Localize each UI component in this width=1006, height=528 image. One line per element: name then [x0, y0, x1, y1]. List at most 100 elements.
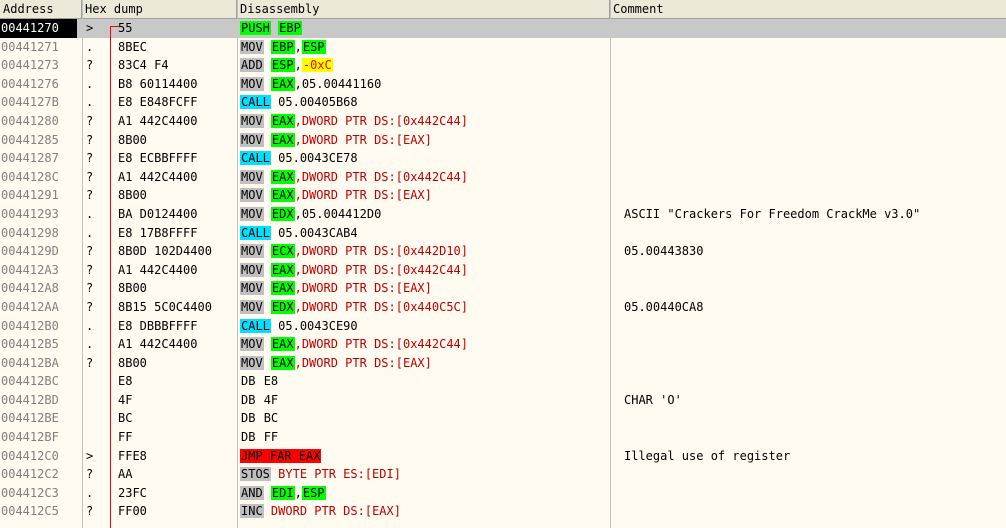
hex-dump-cell[interactable]: B8 60114400 [118, 75, 238, 94]
comment-cell[interactable] [624, 93, 1006, 112]
comment-cell[interactable] [624, 372, 1006, 391]
comment-cell[interactable] [624, 38, 1006, 57]
instruction-row[interactable]: 00441271. 8BEC MOV EBP,ESP [0, 38, 1006, 57]
address-cell[interactable]: 004412C2 [0, 465, 77, 484]
disassembly-cell[interactable]: JMP FAR EAX [240, 447, 608, 466]
comment-cell[interactable] [624, 19, 1006, 38]
disassembly-cell[interactable]: PUSH EBP [240, 19, 608, 38]
address-cell[interactable]: 004412B5 [0, 335, 77, 354]
address-cell[interactable]: 00441271 [0, 38, 77, 57]
disassembly-cell[interactable]: INC DWORD PTR DS:[EAX] [240, 502, 608, 521]
comment-cell[interactable]: CHAR 'O' [624, 391, 1006, 410]
disassembly-cell[interactable]: MOV ECX,DWORD PTR DS:[0x442D10] [240, 242, 608, 261]
instruction-row[interactable]: 0044129D? 8B0D 102D4400 MOV ECX,DWORD PTR … [0, 242, 1006, 261]
instruction-row[interactable]: 004412B0. E8 DBBBFFFF CALL 05.0043CE90 [0, 317, 1006, 336]
comment-cell[interactable]: Illegal use of register [624, 447, 1006, 466]
comment-cell[interactable] [624, 428, 1006, 447]
disassembly-view[interactable]: Address Hex dump Disassembly Comment 004… [0, 0, 1006, 528]
disassembly-cell[interactable]: DB E8 [240, 372, 608, 391]
disassembly-cell[interactable]: MOV EAX,DWORD PTR DS:[0x442C44] [240, 112, 608, 131]
instruction-row[interactable]: 004412AA? 8B15 5C0C4400 MOV EDX,DWORD PTR … [0, 298, 1006, 317]
hex-dump-cell[interactable]: FF [118, 428, 238, 447]
comment-cell[interactable] [624, 465, 1006, 484]
comment-cell[interactable] [624, 149, 1006, 168]
address-cell[interactable]: 00441285 [0, 131, 77, 150]
instruction-row[interactable]: 0044127B. E8 E848FCFF CALL 05.00405B68 [0, 93, 1006, 112]
comment-cell[interactable] [624, 409, 1006, 428]
instruction-row[interactable]: 00441293. BA D0124400 MOV EDX,05.004412D0 A… [0, 205, 1006, 224]
disassembly-cell[interactable]: MOV EDX,05.004412D0 [240, 205, 608, 224]
hex-dump-cell[interactable]: 55 [118, 19, 238, 38]
comment-cell[interactable] [624, 261, 1006, 280]
hex-dump-cell[interactable]: 8B00 [118, 186, 238, 205]
instruction-row[interactable]: 004412C2? AA STOS BYTE PTR ES:[EDI] [0, 465, 1006, 484]
address-cell[interactable]: 004412C5 [0, 502, 77, 521]
disassembly-cell[interactable]: MOV EAX,05.00441160 [240, 75, 608, 94]
address-cell[interactable]: 004412BE [0, 409, 77, 428]
comment-cell[interactable] [624, 354, 1006, 373]
comment-cell[interactable] [624, 168, 1006, 187]
instruction-row[interactable]: 00441285? 8B00 MOV EAX,DWORD PTR DS:[EAX] [0, 131, 1006, 150]
instruction-row[interactable]: 004412BD 4F DB 4F CHAR 'O' [0, 391, 1006, 410]
disassembly-cell[interactable]: DB 4F [240, 391, 608, 410]
comment-cell[interactable] [624, 224, 1006, 243]
disassembly-cell[interactable]: MOV EAX,DWORD PTR DS:[0x442C44] [240, 335, 608, 354]
comment-cell[interactable] [624, 186, 1006, 205]
address-cell[interactable]: 00441276 [0, 75, 77, 94]
address-cell[interactable]: 004412C3 [0, 484, 77, 503]
address-cell[interactable]: 004412B0 [0, 317, 77, 336]
instruction-row[interactable]: 00441287? E8 ECBBFFFF CALL 05.0043CE78 [0, 149, 1006, 168]
comment-cell[interactable] [624, 131, 1006, 150]
instruction-row[interactable]: 00441280? A1 442C4400 MOV EAX,DWORD PTR DS… [0, 112, 1006, 131]
instruction-row[interactable]: 004412C0 > FFE8 JMP FAR EAX Illegal use of r… [0, 447, 1006, 466]
hex-dump-cell[interactable]: FFE8 [118, 447, 238, 466]
instruction-row[interactable]: 0044128C? A1 442C4400 MOV EAX,DWORD PTR DS… [0, 168, 1006, 187]
hex-dump-cell[interactable]: FF00 [118, 502, 238, 521]
comment-cell[interactable] [624, 279, 1006, 298]
comment-cell[interactable] [624, 75, 1006, 94]
instruction-row[interactable]: 004412B5. A1 442C4400 MOV EAX,DWORD PTR DS… [0, 335, 1006, 354]
address-cell[interactable]: 0044129D [0, 242, 77, 261]
address-cell[interactable]: 004412BD [0, 391, 77, 410]
column-hex-dump[interactable]: Hex dump [82, 0, 237, 18]
disassembly-cell[interactable]: STOS BYTE PTR ES:[EDI] [240, 465, 608, 484]
comment-cell[interactable]: ASCII "Crackers For Freedom CrackMe v3.0… [624, 205, 1006, 224]
disassembly-cell[interactable]: MOV EAX,DWORD PTR DS:[EAX] [240, 279, 608, 298]
comment-cell[interactable]: 05.00440CA8 [624, 298, 1006, 317]
column-comment[interactable]: Comment [610, 0, 1006, 18]
column-address[interactable]: Address [0, 0, 82, 18]
address-cell[interactable]: 004412C0 [0, 447, 77, 466]
comment-cell[interactable] [624, 112, 1006, 131]
instruction-row[interactable]: 004412A8? 8B00 MOV EAX,DWORD PTR DS:[EAX] [0, 279, 1006, 298]
hex-dump-cell[interactable]: 8B15 5C0C4400 [118, 298, 238, 317]
disassembly-cell[interactable]: MOV EAX,DWORD PTR DS:[0x442C44] [240, 261, 608, 280]
disassembly-cell[interactable]: DB FF [240, 428, 608, 447]
address-cell[interactable]: 00441291 [0, 186, 77, 205]
hex-dump-cell[interactable]: 83C4 F4 [118, 56, 238, 75]
hex-dump-cell[interactable]: E8 [118, 372, 238, 391]
disassembly-cell[interactable]: MOV EAX,DWORD PTR DS:[EAX] [240, 131, 608, 150]
hex-dump-cell[interactable]: 8B00 [118, 131, 238, 150]
address-cell[interactable]: 004412A8 [0, 279, 77, 298]
instruction-row[interactable]: 00441291? 8B00 MOV EAX,DWORD PTR DS:[EAX] [0, 186, 1006, 205]
disassembly-cell[interactable]: MOV EDX,DWORD PTR DS:[0x440C5C] [240, 298, 608, 317]
hex-dump-cell[interactable]: E8 17B8FFFF [118, 224, 238, 243]
hex-dump-cell[interactable]: A1 442C4400 [118, 112, 238, 131]
disassembly-cell[interactable]: CALL 05.00405B68 [240, 93, 608, 112]
disassembly-cell[interactable]: MOV EAX,DWORD PTR DS:[EAX] [240, 354, 608, 373]
hex-dump-cell[interactable]: E8 DBBBFFFF [118, 317, 238, 336]
instruction-row[interactable]: 004412C3. 23FC AND EDI,ESP [0, 484, 1006, 503]
instruction-row[interactable]: 004412A3? A1 442C4400 MOV EAX,DWORD PTR DS… [0, 261, 1006, 280]
disassembly-cell[interactable]: DB BC [240, 409, 608, 428]
address-cell[interactable]: 00441298 [0, 224, 77, 243]
address-cell[interactable]: 00441270 [0, 19, 77, 38]
instruction-row[interactable]: 00441270 >55 PUSH EBP [0, 19, 1006, 38]
comment-cell[interactable] [624, 317, 1006, 336]
instruction-row[interactable]: 00441273? 83C4 F4 ADD ESP,-0xC [0, 56, 1006, 75]
address-cell[interactable]: 00441280 [0, 112, 77, 131]
instruction-row[interactable]: 004412BE BC DB BC [0, 409, 1006, 428]
comment-cell[interactable] [624, 56, 1006, 75]
hex-dump-cell[interactable]: A1 442C4400 [118, 168, 238, 187]
instruction-row[interactable]: 00441298. E8 17B8FFFF CALL 05.0043CAB4 [0, 224, 1006, 243]
instruction-row[interactable]: 004412C5? FF00 INC DWORD PTR DS:[EAX] [0, 502, 1006, 521]
